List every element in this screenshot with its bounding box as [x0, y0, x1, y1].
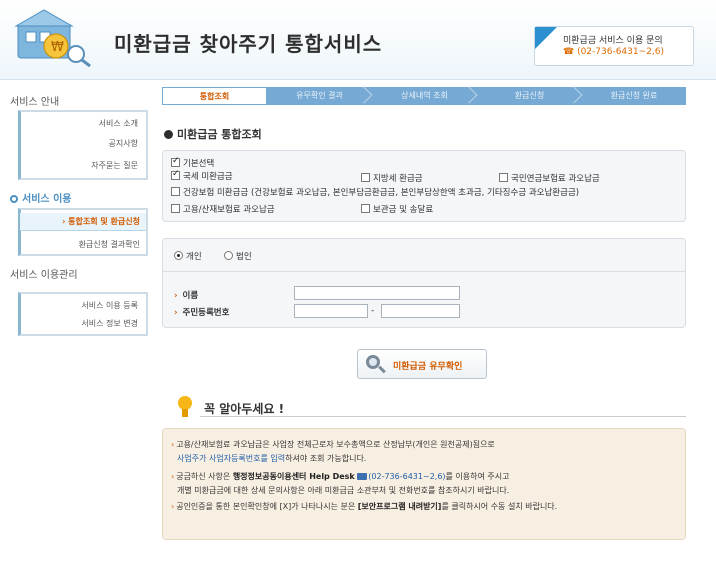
checkbox-pension[interactable]: 국민연금보험료 과오납금	[499, 172, 600, 184]
checkbox-national-tax[interactable]: 국세 미환급금	[171, 169, 233, 182]
notice-line-2: 사업주가 사업자등록번호를 입력하셔야 조회 가능합니다.	[177, 454, 367, 463]
notice-line-4: 개별 미환급금에 대한 상세 문의사항은 아래 미환급금 소관부처 및 전화번호…	[177, 486, 510, 495]
checkbox-empty-icon	[499, 173, 508, 182]
sidebar-group-manage: 서비스 이용 등록 서비스 정보 변경	[18, 292, 148, 336]
name-label: 이름	[174, 289, 199, 301]
sidebar-item-notice[interactable]: 공지사항	[109, 138, 138, 149]
security-program-download-link[interactable]: [보안프로그램 내려받기]	[358, 502, 442, 511]
checkbox-employment-insurance[interactable]: 고용/산재보험료 과오납금	[171, 203, 275, 215]
corner-decoration-icon	[535, 27, 557, 49]
checkbox-empty-icon	[171, 187, 180, 196]
sidebar-item-lookup[interactable]: › 통합조회 및 환급신청	[20, 213, 146, 231]
building-coin-logo-icon: ₩	[14, 9, 91, 68]
sidebar-heading-guide: 서비스 안내	[10, 97, 60, 108]
form-divider	[162, 271, 686, 272]
checkbox-health-insurance[interactable]: 건강보험 미환급금 (건강보험료 과오납금, 본인부담금환급금, 본인부담상한액…	[171, 186, 579, 198]
notice-box: › 고용/산재보험료 과오납금은 사업장 전체근로자 보수총액으로 산정납부(개인…	[162, 428, 686, 540]
header: ₩ 미환급금 찾아주기 통합서비스 미환급금 서비스 이용 문의 ☎ (02-7…	[0, 0, 716, 80]
contact-title: 미환급금 서비스 이용 문의	[563, 36, 663, 46]
category-checkbox-panel: 기본선택 국세 미환급금 지방세 환급금 국민연금보험료 과오납금 건강보험 미…	[162, 150, 686, 222]
checkbox-empty-icon	[171, 204, 180, 213]
checkbox-local-tax[interactable]: 지방세 환급금	[361, 172, 423, 184]
radio-empty-icon	[224, 251, 233, 260]
radio-individual[interactable]: 개인	[174, 250, 202, 262]
sidebar-heading-manage: 서비스 이용관리	[10, 270, 78, 281]
resident-number-back-input[interactable]	[381, 304, 460, 318]
notice-line-3: › 궁금하신 사항은 행정정보공동이용센터 Help Desk (02-736-6…	[171, 472, 510, 481]
checkbox-checked-icon	[171, 156, 180, 167]
radio-selected-icon	[174, 251, 183, 260]
section-bullet-icon	[164, 130, 173, 139]
page-title: 미환급금 찾아주기 통합서비스	[114, 32, 383, 56]
logo[interactable]: ₩	[12, 6, 102, 70]
sidebar-item-register[interactable]: 서비스 이용 등록	[81, 300, 138, 311]
resident-number-dash: -	[371, 306, 375, 316]
step-complete: 환급신청 완료	[610, 91, 658, 100]
checkbox-checked-icon	[171, 169, 180, 180]
check-refund-button-label: 미환급금 유무확인	[393, 362, 463, 372]
checkbox-default[interactable]: 기본선택	[171, 156, 214, 169]
check-refund-button[interactable]: 미환급금 유무확인	[357, 349, 487, 379]
radio-corporation[interactable]: 법인	[224, 250, 252, 262]
step-lookup: 통합조회	[162, 87, 267, 105]
resident-number-label: 주민등록번호	[174, 306, 230, 318]
progress-steps: 통합조회 유무확인 결과 상세내역 조회 환급신청 환급신청 완료	[162, 86, 686, 105]
circle-bullet-icon	[10, 195, 18, 203]
name-input[interactable]	[294, 286, 460, 300]
sidebar-item-result[interactable]: 환급신청 결과확인	[79, 239, 140, 250]
notice-line-1: › 고용/산재보험료 과오납금은 사업장 전체근로자 보수총액으로 산정납부(개인…	[171, 440, 495, 449]
sidebar-item-intro[interactable]: 서비스 소개	[99, 118, 138, 129]
lightbulb-base	[182, 409, 188, 417]
checkbox-empty-icon	[361, 204, 370, 213]
help-desk-name: 행정정보공동이용센터 Help Desk	[232, 472, 355, 481]
contact-phone: ☎ (02-736-6431~2,6)	[563, 47, 664, 57]
contact-box: 미환급금 서비스 이용 문의 ☎ (02-736-6431~2,6)	[534, 26, 694, 66]
checkbox-empty-icon	[361, 173, 370, 182]
business-number-link[interactable]: 사업주가 사업자등록번호를 입력	[177, 454, 285, 463]
sidebar-item-faq[interactable]: 자주묻는 질문	[91, 160, 138, 171]
sidebar-item-change[interactable]: 서비스 정보 변경	[81, 318, 138, 329]
svg-text:₩: ₩	[51, 40, 64, 55]
phone-icon	[357, 473, 368, 480]
sidebar-heading-service: 서비스 이용	[10, 190, 71, 205]
magnifier-handle	[378, 365, 386, 374]
resident-number-front-input[interactable]	[294, 304, 368, 318]
lightbulb-icon	[178, 396, 192, 410]
notice-title: 꼭 알아두세요 !	[204, 402, 285, 416]
help-desk-phone: (02-736-6431~2,6)	[368, 472, 446, 481]
section-title: 미환급금 통합조회	[164, 126, 262, 142]
notice-title-rule	[200, 416, 686, 417]
notice-line-5: › 공인인증을 통한 본인확인창에 [X]가 나타나시는 분은 [보안프로그램 내…	[171, 502, 558, 511]
checkbox-custody[interactable]: 보관금 및 송달료	[361, 203, 433, 215]
sidebar-group-guide: 서비스 소개 공지사항 자주묻는 질문	[18, 110, 148, 180]
